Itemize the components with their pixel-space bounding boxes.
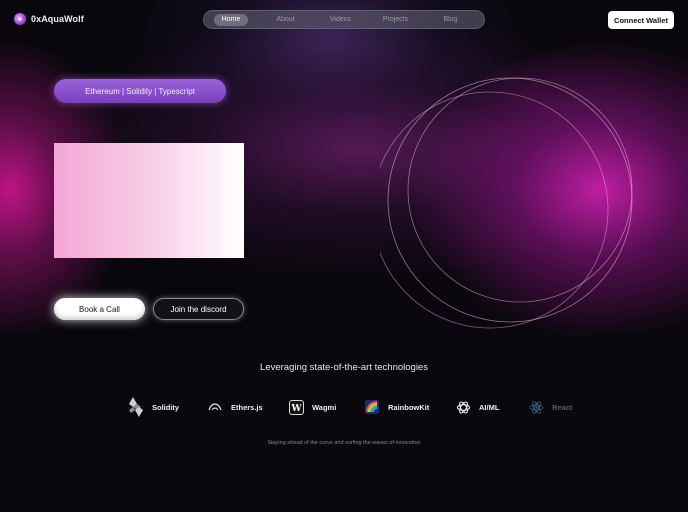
solidity-icon — [128, 397, 144, 417]
hero-image — [54, 143, 244, 258]
tech-label-wagmi: Wagmi — [312, 402, 337, 412]
decorative-arcs — [380, 77, 633, 329]
nav-item-blog[interactable]: Blog — [423, 14, 478, 26]
tech-item-solidity: Solidity — [128, 396, 179, 418]
tech-tagline: Staying ahead of the curve and surfing t… — [267, 440, 421, 446]
tech-label-react: React — [552, 402, 573, 412]
nav-item-videos[interactable]: Videos — [313, 14, 368, 26]
react-icon — [528, 399, 544, 415]
wolf-icon: ✦ — [14, 13, 26, 25]
tech-list: Solidity Ethers.js W Wagmi RainbowKit AI… — [0, 396, 688, 418]
tech-item-aiml: AI/ML — [455, 396, 499, 418]
tech-label-rainbowkit: RainbowKit — [388, 402, 430, 412]
book-call-button[interactable]: Book a Call — [54, 298, 145, 320]
tech-section-title: Leveraging state-of-the-art technologies — [260, 362, 428, 373]
brand-logo[interactable]: ✦ 0xAquaWolf — [14, 13, 84, 25]
nav-item-projects[interactable]: Projects — [368, 14, 423, 26]
tech-item-wagmi: W Wagmi — [288, 396, 336, 418]
nav-item-about[interactable]: About — [258, 14, 313, 26]
tech-item-react: React — [528, 396, 572, 418]
svg-text:W: W — [290, 404, 302, 414]
connect-wallet-button[interactable]: Connect Wallet — [608, 11, 674, 29]
wagmi-icon: W — [288, 399, 304, 415]
rainbowkit-icon — [364, 399, 380, 415]
tech-item-rainbowkit: RainbowKit — [364, 396, 429, 418]
tech-label-aiml: AI/ML — [479, 402, 500, 412]
brand-name: 0xAquaWolf — [31, 14, 84, 24]
tech-label-ethers: Ethers.js — [231, 402, 263, 412]
join-discord-button[interactable]: Join the discord — [153, 298, 244, 320]
background-fade — [0, 330, 688, 512]
tech-label-solidity: Solidity — [152, 402, 180, 412]
main-nav: Home About Videos Projects Blog — [203, 10, 485, 29]
tech-stack-pill: Ethereum | Solidity | Typescript — [54, 79, 226, 103]
tech-item-ethers: Ethers.js — [207, 396, 263, 418]
nav-item-home[interactable]: Home — [214, 13, 248, 26]
ethers-icon — [207, 399, 223, 415]
openai-icon — [455, 399, 471, 415]
